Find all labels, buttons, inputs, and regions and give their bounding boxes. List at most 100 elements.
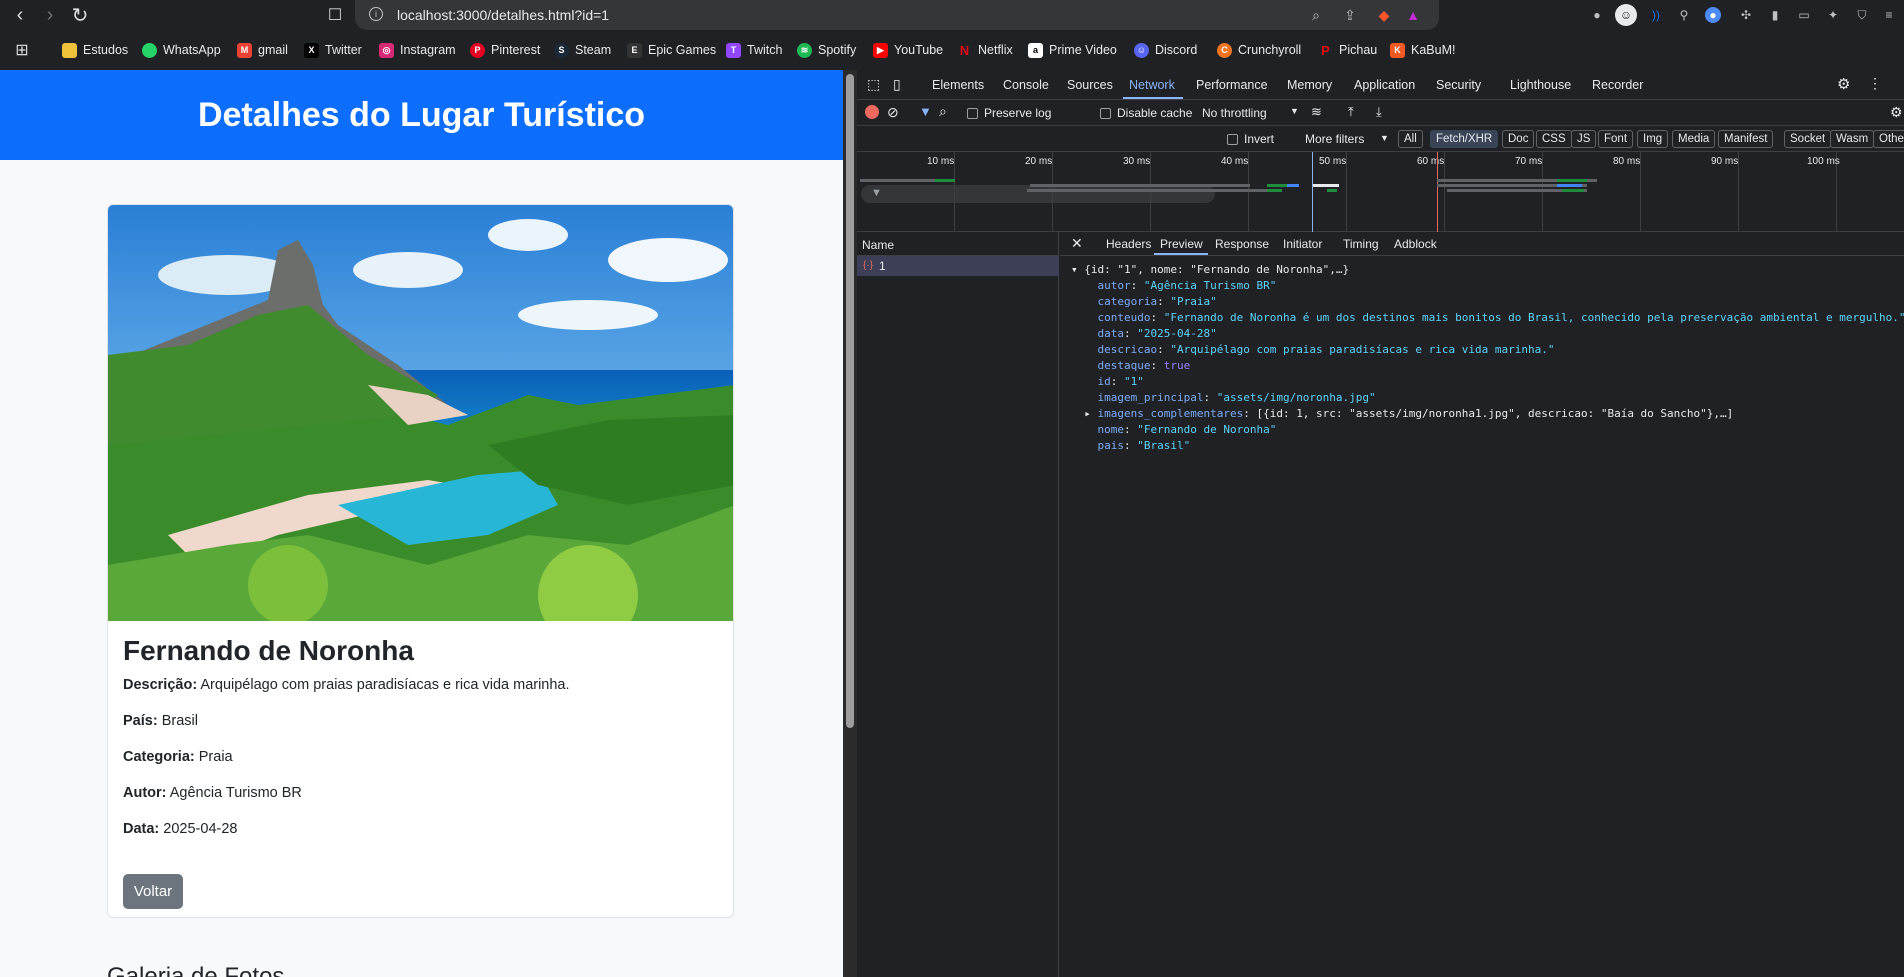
- url-text[interactable]: localhost:3000/detalhes.html?id=1: [397, 7, 609, 23]
- network-settings-icon[interactable]: ⚙: [1890, 104, 1903, 121]
- wallet-icon[interactable]: ▭: [1793, 4, 1815, 26]
- filter-chip-fetch-xhr[interactable]: Fetch/XHR: [1430, 130, 1499, 148]
- bookmark-epic-games[interactable]: E Epic Games: [627, 41, 716, 59]
- brave-rewards-icon[interactable]: ▲: [1403, 5, 1423, 25]
- bookmark-spotify[interactable]: ≋ Spotify: [797, 41, 856, 59]
- menu-icon[interactable]: ≡: [1878, 4, 1900, 26]
- tab-response[interactable]: Response: [1215, 237, 1269, 251]
- site-info-icon[interactable]: i: [369, 7, 383, 21]
- bookmark-whatsapp[interactable]: WhatsApp: [142, 41, 221, 59]
- extension-glasses-icon[interactable]: ●: [1586, 4, 1608, 26]
- bookmark-kabum[interactable]: K KaBuM!: [1390, 41, 1455, 59]
- apps-grid-icon[interactable]: ⊞: [10, 38, 34, 62]
- tab-preview[interactable]: Preview: [1160, 237, 1203, 251]
- scrollbar-thumb[interactable]: [846, 74, 854, 728]
- back-button[interactable]: Voltar: [123, 874, 183, 909]
- filter-chip-other[interactable]: Othe: [1873, 130, 1904, 148]
- filter-chip-manifest[interactable]: Manifest: [1718, 130, 1774, 148]
- filter-icon[interactable]: ▼: [919, 104, 932, 119]
- bookmark-gmail[interactable]: Mgmail: [237, 41, 288, 59]
- bookmark-pichau[interactable]: P Pichau: [1318, 41, 1377, 59]
- expand-triangle-icon[interactable]: ▸: [1084, 407, 1097, 420]
- chevron-down-icon[interactable]: ▼: [1380, 133, 1389, 143]
- bookmark-twitch[interactable]: T Twitch: [726, 41, 782, 59]
- bookmark-page-icon[interactable]: ☐: [323, 3, 347, 27]
- tab-lighthouse[interactable]: Lighthouse: [1510, 78, 1571, 92]
- tab-console[interactable]: Console: [1003, 78, 1049, 92]
- filter-chip-font[interactable]: Font: [1598, 130, 1634, 148]
- bookmark-discord[interactable]: ☺ Discord: [1134, 41, 1197, 59]
- filter-chip-wasm[interactable]: Wasm: [1830, 130, 1875, 148]
- filter-chip-media[interactable]: Media: [1672, 130, 1716, 148]
- share-icon[interactable]: ⇪: [1340, 5, 1360, 25]
- bookmark-youtube[interactable]: ▶ YouTube: [873, 41, 943, 59]
- disable-cache-checkbox[interactable]: [1100, 108, 1111, 119]
- pin-icon[interactable]: ⚲: [1673, 4, 1695, 26]
- field-label: Data:: [123, 821, 160, 837]
- vpn-icon[interactable]: ⛉: [1851, 4, 1873, 26]
- filter-chip-css[interactable]: CSS: [1536, 130, 1572, 148]
- name-column-header[interactable]: Name: [857, 232, 1059, 256]
- search-icon[interactable]: ⌕: [939, 103, 947, 120]
- json-imagens-complementares[interactable]: [{id: 1, src: "assets/img/noronha1.jpg",…: [1256, 407, 1733, 420]
- tab-security[interactable]: Security: [1436, 78, 1481, 92]
- brave-shields-icon[interactable]: ◆: [1374, 5, 1394, 25]
- bookmark-steam[interactable]: S Steam: [554, 41, 611, 59]
- throttling-select[interactable]: No throttling: [1202, 106, 1267, 120]
- filter-chip-doc[interactable]: Doc: [1502, 130, 1535, 148]
- network-overview-timeline[interactable]: 10 ms 20 ms 30 ms 40 ms 50 ms 60 ms 70 m…: [857, 152, 1904, 232]
- chevron-down-icon[interactable]: ▼: [1290, 106, 1299, 116]
- extension-search-icon[interactable]: ●: [1705, 7, 1721, 23]
- leo-ai-icon[interactable]: ✦: [1822, 4, 1844, 26]
- filter-chip-img[interactable]: Img: [1637, 130, 1669, 148]
- device-toolbar-icon[interactable]: ▯: [893, 76, 901, 93]
- filter-chip-socket[interactable]: Socket: [1784, 130, 1832, 148]
- record-stop-icon[interactable]: [865, 105, 879, 119]
- zoom-icon[interactable]: ⌕: [1306, 5, 1326, 25]
- extensions-puzzle-icon[interactable]: ✣: [1735, 4, 1757, 26]
- profile-avatar-icon[interactable]: ☺: [1615, 4, 1637, 26]
- expand-triangle-icon[interactable]: ▾: [1071, 263, 1084, 276]
- tab-sources[interactable]: Sources: [1067, 78, 1113, 92]
- tab-timing[interactable]: Timing: [1343, 237, 1379, 251]
- close-icon[interactable]: ✕: [1071, 235, 1083, 252]
- bookmark-netflix[interactable]: N Netflix: [957, 41, 1013, 59]
- extension-wave-icon[interactable]: )): [1645, 4, 1667, 26]
- clear-icon[interactable]: ⊘: [887, 104, 899, 121]
- request-details: ✕ Headers Preview Response Initiator Tim…: [1060, 232, 1904, 977]
- tab-adblock[interactable]: Adblock: [1394, 237, 1437, 251]
- download-icon[interactable]: ⤓: [1376, 104, 1382, 120]
- tab-application[interactable]: Application: [1354, 78, 1415, 92]
- more-filters-dropdown[interactable]: More filters: [1305, 132, 1364, 146]
- sidebar-icon[interactable]: ▮: [1764, 4, 1786, 26]
- tab-headers[interactable]: Headers: [1106, 237, 1151, 251]
- request-row[interactable]: {·} 1: [857, 256, 1059, 276]
- tab-performance[interactable]: Performance: [1196, 78, 1268, 92]
- back-icon[interactable]: ‹: [8, 3, 32, 27]
- network-conditions-icon[interactable]: ≋: [1311, 104, 1322, 120]
- invert-checkbox[interactable]: [1227, 134, 1238, 145]
- bookmark-crunchyroll[interactable]: C Crunchyroll: [1217, 41, 1301, 59]
- tab-initiator[interactable]: Initiator: [1283, 237, 1322, 251]
- bookmark-pinterest[interactable]: P Pinterest: [470, 41, 540, 59]
- more-options-icon[interactable]: ⋮: [1868, 75, 1882, 92]
- tab-recorder[interactable]: Recorder: [1592, 78, 1643, 92]
- reload-icon[interactable]: ↻: [68, 3, 92, 27]
- bookmark-estudos[interactable]: Estudos: [62, 41, 128, 59]
- settings-gear-icon[interactable]: ⚙: [1837, 75, 1850, 93]
- address-bar[interactable]: i localhost:3000/detalhes.html?id=1 ⌕ ⇪ …: [355, 0, 1439, 30]
- tab-network[interactable]: Network: [1129, 78, 1175, 92]
- filter-chip-js[interactable]: JS: [1571, 130, 1597, 148]
- filter-chip-all[interactable]: All: [1398, 130, 1423, 148]
- inspect-icon[interactable]: ⬚: [867, 76, 880, 93]
- tab-memory[interactable]: Memory: [1287, 78, 1332, 92]
- forward-icon[interactable]: ›: [38, 3, 62, 27]
- bookmark-prime-video[interactable]: a Prime Video: [1028, 41, 1117, 59]
- bookmark-twitter[interactable]: X Twitter: [304, 41, 362, 59]
- tab-elements[interactable]: Elements: [932, 78, 984, 92]
- bookmark-instagram[interactable]: ◎ Instagram: [379, 41, 456, 59]
- preserve-log-checkbox[interactable]: [967, 108, 978, 119]
- upload-icon[interactable]: ⤒: [1348, 104, 1354, 120]
- page-scrollbar[interactable]: [843, 70, 857, 977]
- json-summary[interactable]: {id: "1", nome: "Fernando de Noronha",…}: [1084, 263, 1349, 276]
